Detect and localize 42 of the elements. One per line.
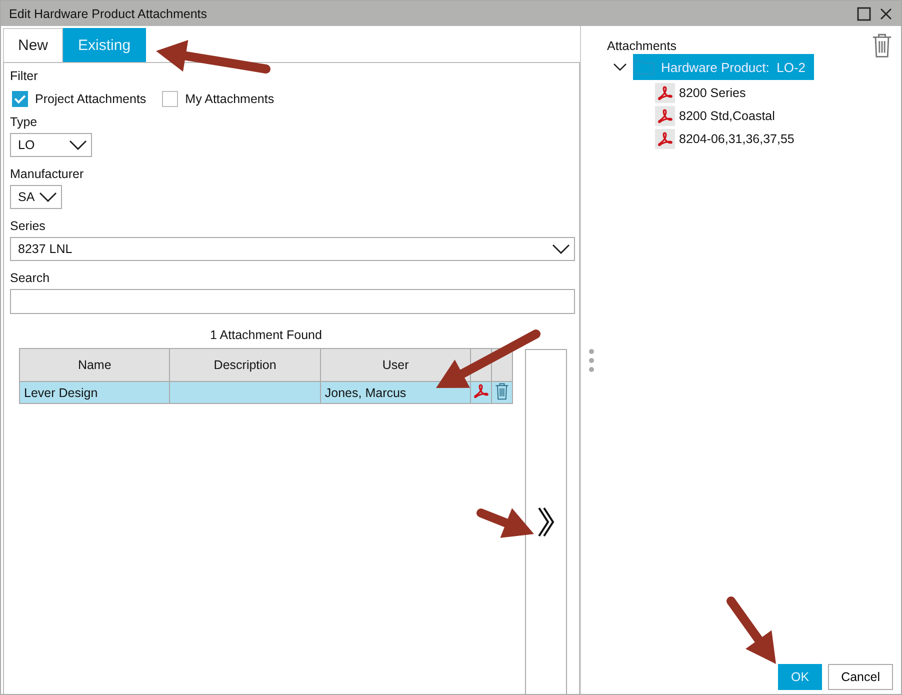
- trash-icon[interactable]: [871, 32, 893, 58]
- column-header[interactable]: User: [320, 348, 471, 382]
- pdf-icon: [657, 85, 673, 101]
- close-icon[interactable]: [879, 6, 893, 20]
- table-row[interactable]: Lever Design Jones, Marcus: [20, 382, 512, 404]
- tree-item[interactable]: 8200 Std,Coastal: [679, 109, 775, 123]
- column-header[interactable]: Description: [170, 348, 320, 382]
- chevron-down-icon: [39, 192, 57, 202]
- manufacturer-dropdown[interactable]: SA: [10, 185, 62, 209]
- pdf-icon: [473, 383, 490, 399]
- series-label: Series: [10, 219, 46, 233]
- pdf-icon: [657, 131, 673, 147]
- annotation-arrow: [726, 596, 776, 664]
- type-dropdown[interactable]: LO: [10, 133, 92, 157]
- table-cell: Lever Design: [20, 382, 170, 404]
- checkbox-label: Project Attachments: [35, 92, 146, 106]
- chevron-down-icon: [69, 140, 87, 150]
- series-dropdown[interactable]: 8237 LNL: [10, 237, 575, 261]
- tree-item[interactable]: 8200 Series: [679, 86, 746, 100]
- maximize-icon[interactable]: [857, 6, 871, 20]
- expand-icon[interactable]: [613, 63, 627, 71]
- checkbox[interactable]: [162, 91, 178, 107]
- chevron-down-icon: [552, 244, 570, 254]
- pdf-icon: [657, 108, 673, 124]
- result-count: 1 Attachment Found: [210, 328, 322, 342]
- double-chevron-right-icon[interactable]: [537, 507, 555, 537]
- column-header[interactable]: Name: [20, 348, 170, 382]
- tab[interactable]: New: [3, 28, 64, 62]
- search-label: Search: [10, 271, 51, 285]
- filter-label: Filter: [10, 69, 39, 83]
- checkbox-label: My Attachments: [185, 92, 274, 106]
- annotation-arrow: [476, 508, 534, 538]
- attachments-label: Attachments: [607, 39, 676, 53]
- folder-icon: [633, 59, 655, 75]
- type-label: Type: [10, 115, 38, 129]
- checkbox[interactable]: [12, 91, 28, 107]
- cancel-button[interactable]: Cancel: [828, 664, 893, 690]
- trash-icon[interactable]: [494, 382, 510, 400]
- tree-item[interactable]: 8204-06,31,36,37,55: [679, 132, 794, 146]
- search-field[interactable]: [10, 289, 575, 314]
- manufacturer-label: Manufacturer: [10, 167, 85, 181]
- window-title: Edit Hardware Product Attachments: [9, 6, 208, 20]
